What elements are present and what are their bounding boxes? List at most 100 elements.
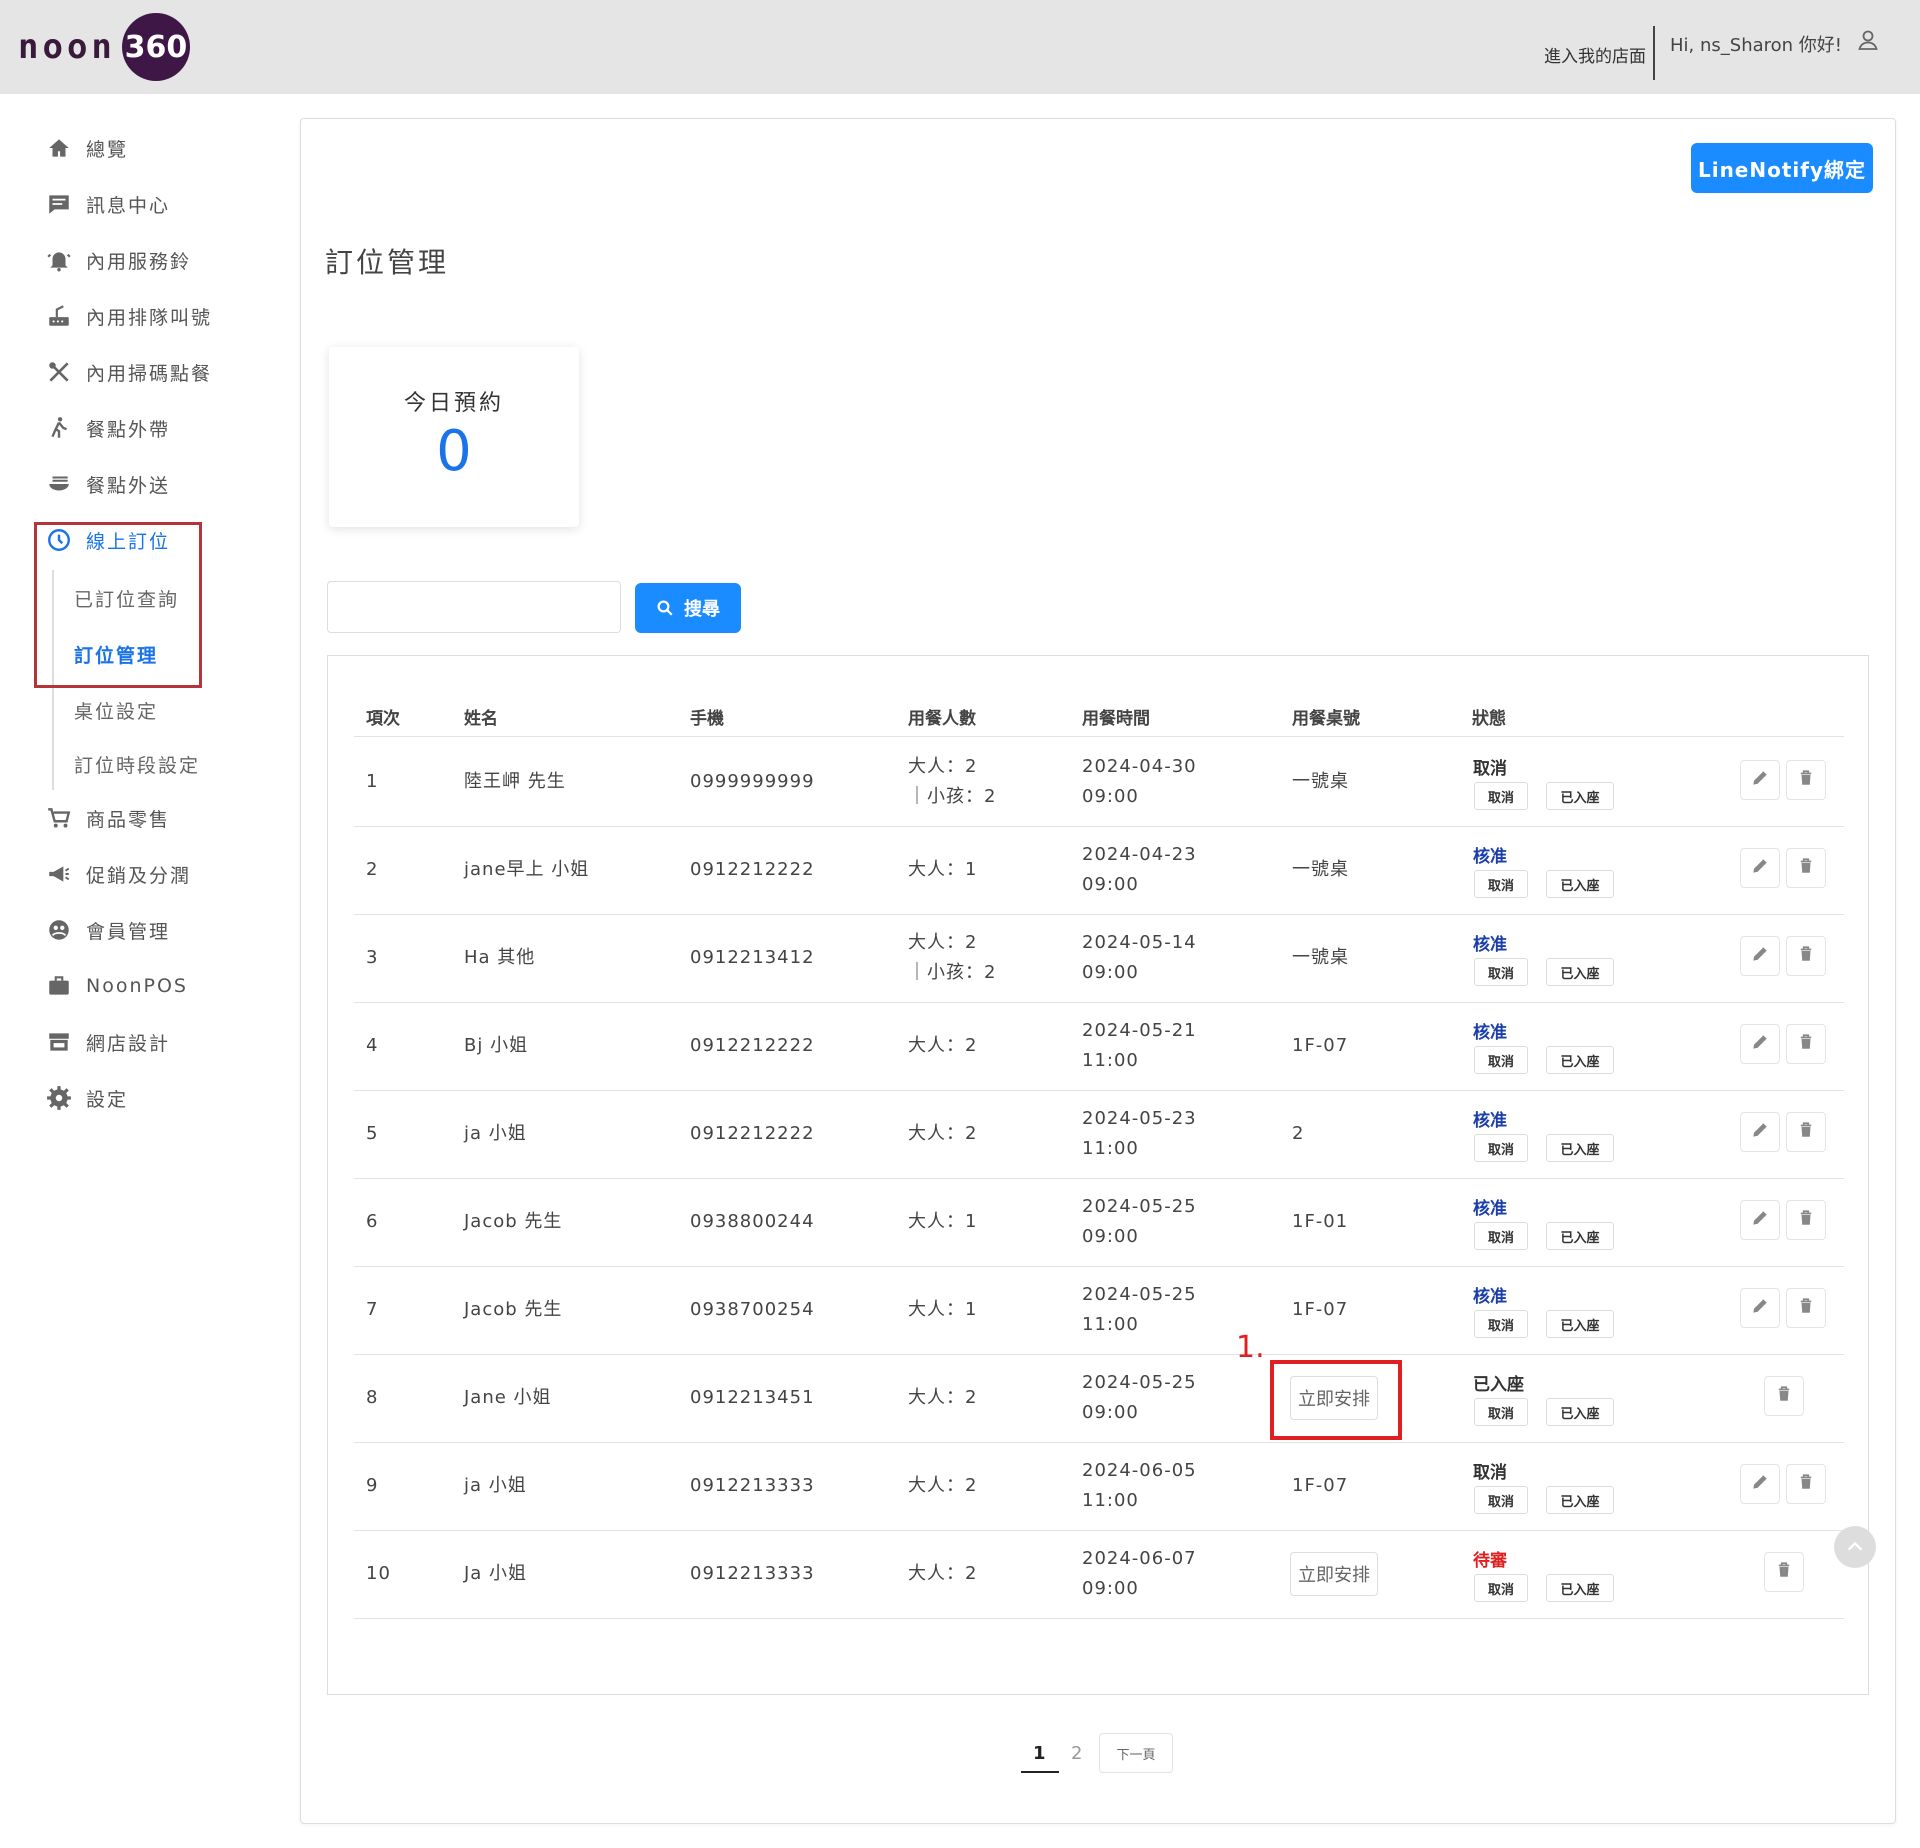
edit-button[interactable] xyxy=(1740,1112,1780,1152)
seated-button[interactable]: 已入座 xyxy=(1546,1222,1614,1250)
seated-button[interactable]: 已入座 xyxy=(1546,1486,1614,1514)
store-link[interactable]: 進入我的店面 xyxy=(1544,42,1646,67)
edit-button[interactable] xyxy=(1740,1024,1780,1064)
logo-badge: 360 xyxy=(121,13,190,81)
row-status: 核准 xyxy=(1473,935,1507,955)
edit-button[interactable] xyxy=(1740,1288,1780,1328)
sidebar-item-5[interactable]: 餐點外帶 xyxy=(44,408,170,448)
edit-button[interactable] xyxy=(1740,848,1780,888)
cancel-button[interactable]: 取消 xyxy=(1474,1046,1528,1074)
line-notify-button[interactable]: LineNotify綁定 xyxy=(1691,143,1873,193)
sidebar-item-10[interactable]: 會員管理 xyxy=(44,910,170,950)
sidebar-item-9[interactable]: 促銷及分潤 xyxy=(44,854,191,894)
cancel-button[interactable]: 取消 xyxy=(1474,1486,1528,1514)
cancel-button[interactable]: 取消 xyxy=(1474,782,1528,810)
row-status: 取消 xyxy=(1473,1463,1507,1483)
next-page-button[interactable]: 下一頁 xyxy=(1099,1733,1173,1773)
delete-button[interactable] xyxy=(1786,1288,1826,1328)
pencil-icon xyxy=(1750,856,1770,880)
delete-button[interactable] xyxy=(1786,848,1826,888)
row-phone: 0999999999 xyxy=(690,771,815,792)
row-datetime: 2024-05-14 09:00 xyxy=(1082,928,1197,988)
briefcase-icon xyxy=(44,971,74,1001)
cancel-button[interactable]: 取消 xyxy=(1474,1222,1528,1250)
delete-button[interactable] xyxy=(1764,1376,1804,1416)
search-input[interactable] xyxy=(327,581,621,633)
scroll-top-button[interactable] xyxy=(1834,1526,1876,1568)
row-date: 2024-05-21 xyxy=(1082,1020,1197,1041)
delete-button[interactable] xyxy=(1786,1200,1826,1240)
sidebar-item-label: 促銷及分潤 xyxy=(86,864,192,887)
row-date: 2024-05-23 xyxy=(1082,1108,1197,1129)
sidebar-item-label: 設定 xyxy=(86,1088,129,1111)
sidebar-item-3[interactable]: 內用排隊叫號 xyxy=(44,296,212,336)
sidebar-item-4[interactable]: 內用掃碼點餐 xyxy=(44,352,212,392)
cancel-button[interactable]: 取消 xyxy=(1474,1398,1528,1426)
seated-button[interactable]: 已入座 xyxy=(1546,958,1614,986)
table-row: 9 ja 小姐 0912213333 大人：2 2024-06-05 11:00 1F-07… xyxy=(328,1442,1870,1531)
sidebar-item-label: 網店設計 xyxy=(86,1032,171,1055)
delete-button[interactable] xyxy=(1786,1024,1826,1064)
home-icon xyxy=(44,133,74,163)
row-name: ja 小姐 xyxy=(464,1123,527,1144)
sidebar-item-13[interactable]: 設定 xyxy=(44,1078,128,1118)
highlight-box-arrange xyxy=(1270,1360,1402,1440)
delete-button[interactable] xyxy=(1786,1464,1826,1504)
submenu-item-2[interactable]: 桌位設定 xyxy=(74,690,158,730)
seated-button[interactable]: 已入座 xyxy=(1546,782,1614,810)
trash-icon xyxy=(1797,1472,1815,1496)
row-time: 11:00 xyxy=(1082,1314,1139,1335)
edit-button[interactable] xyxy=(1740,1200,1780,1240)
sidebar-item-label: 餐點外送 xyxy=(86,474,171,497)
seated-button[interactable]: 已入座 xyxy=(1546,1310,1614,1338)
sidebar-item-8[interactable]: 商品零售 xyxy=(44,798,170,838)
delete-button[interactable] xyxy=(1786,936,1826,976)
seated-button[interactable]: 已入座 xyxy=(1546,1574,1614,1602)
sidebar-item-11[interactable]: NoonPOS xyxy=(44,966,188,1006)
annotation-number: 1. xyxy=(1236,1330,1265,1365)
seated-button[interactable]: 已入座 xyxy=(1546,1134,1614,1162)
cancel-button[interactable]: 取消 xyxy=(1474,1574,1528,1602)
edit-button[interactable] xyxy=(1740,760,1780,800)
page-1[interactable]: 1 xyxy=(1033,1743,1046,1764)
sidebar-item-0[interactable]: 總覽 xyxy=(44,128,128,168)
search-button[interactable]: 搜尋 xyxy=(635,583,741,633)
sidebar-item-12[interactable]: 網店設計 xyxy=(44,1022,170,1062)
seated-button[interactable]: 已入座 xyxy=(1546,1398,1614,1426)
table-divider xyxy=(354,736,1844,737)
row-no: 6 xyxy=(366,1211,379,1232)
pencil-icon xyxy=(1750,1032,1770,1056)
cancel-button[interactable]: 取消 xyxy=(1474,958,1528,986)
delete-button[interactable] xyxy=(1764,1552,1804,1592)
table-row: 1 陸王岬 先生 0999999999 大人：2 ｜小孩：2 2024-04-30 09:0… xyxy=(328,738,1870,827)
page-2[interactable]: 2 xyxy=(1071,1743,1082,1764)
cancel-button[interactable]: 取消 xyxy=(1474,1310,1528,1338)
user-icon[interactable] xyxy=(1856,28,1880,52)
row-name: Jacob 先生 xyxy=(464,1299,563,1320)
brand-logo[interactable]: noon 360 xyxy=(18,12,190,82)
delete-button[interactable] xyxy=(1786,760,1826,800)
user-greeting: Hi, ns_Sharon 你好! xyxy=(1670,35,1842,56)
row-table: 1F-07 xyxy=(1292,1035,1349,1056)
cancel-button[interactable]: 取消 xyxy=(1474,1134,1528,1162)
col-header-party: 用餐人數 xyxy=(908,709,976,729)
trash-icon xyxy=(1797,1208,1815,1232)
page-title: 訂位管理 xyxy=(325,246,450,279)
cancel-button[interactable]: 取消 xyxy=(1474,870,1528,898)
sidebar-item-2[interactable]: 內用服務鈴 xyxy=(44,240,191,280)
edit-button[interactable] xyxy=(1740,936,1780,976)
table-row: 4 Bj 小姐 0912212222 大人：2 2024-05-21 11:00 1F-07… xyxy=(328,1002,1870,1091)
sidebar-item-1[interactable]: 訊息中心 xyxy=(44,184,170,224)
seated-button[interactable]: 已入座 xyxy=(1546,1046,1614,1074)
arrange-now-button[interactable]: 立即安排 xyxy=(1290,1552,1378,1596)
seated-button[interactable]: 已入座 xyxy=(1546,870,1614,898)
trash-icon xyxy=(1797,856,1815,880)
sidebar-item-6[interactable]: 餐點外送 xyxy=(44,464,170,504)
top-header: noon 360 進入我的店面 Hi, ns_Sharon 你好! xyxy=(0,0,1920,94)
message-icon xyxy=(44,189,74,219)
delete-button[interactable] xyxy=(1786,1112,1826,1152)
row-date: 2024-04-30 xyxy=(1082,756,1197,777)
submenu-item-3[interactable]: 訂位時段設定 xyxy=(74,744,200,784)
row-datetime: 2024-05-23 11:00 xyxy=(1082,1104,1197,1164)
edit-button[interactable] xyxy=(1740,1464,1780,1504)
